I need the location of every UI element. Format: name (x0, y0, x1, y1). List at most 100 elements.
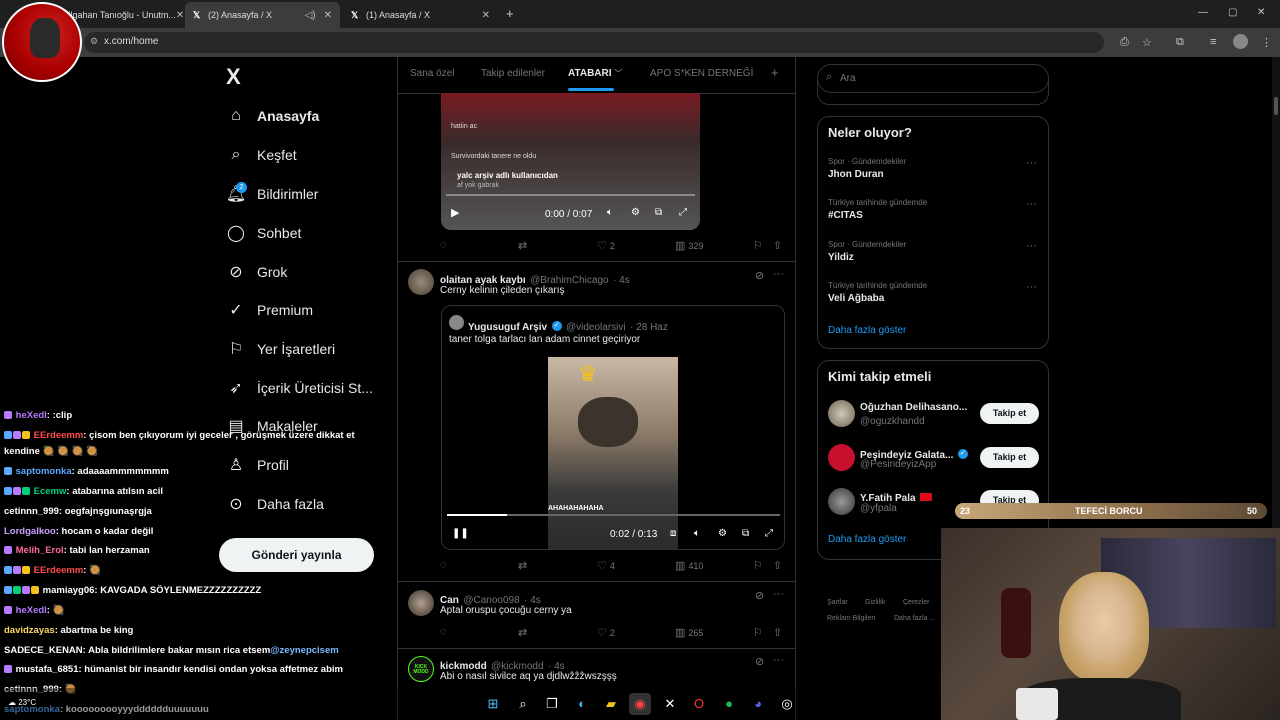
media-control-icon[interactable]: ≡ (1210, 36, 1216, 48)
avatar[interactable] (828, 444, 855, 471)
trend-item[interactable]: Spor · Gündemdekiler Yildiz ··· (828, 240, 1043, 263)
fullscreen-icon[interactable]: ⤢ (765, 528, 773, 539)
follow-button[interactable]: Takip et (980, 403, 1039, 424)
show-more-follow-link[interactable]: Daha fazla göster (828, 534, 906, 545)
file-explorer-icon[interactable]: ▰ (600, 693, 622, 715)
bookmark-button[interactable]: ⚐ (753, 559, 766, 572)
opera-icon[interactable]: O (688, 693, 710, 715)
avatar[interactable] (408, 590, 434, 616)
follow-button[interactable]: Takip et (980, 447, 1039, 468)
bookmark-button[interactable]: ⚐ (753, 239, 766, 252)
avatar[interactable] (449, 315, 464, 330)
reply-button[interactable]: ◌ (440, 239, 450, 251)
tab-following[interactable]: Takip edilenler (481, 68, 545, 79)
nav-more[interactable]: ⊙ Daha fazla (225, 489, 324, 519)
views-button[interactable]: ▥ 265 (675, 626, 703, 639)
avatar[interactable] (408, 269, 434, 295)
fullscreen-icon[interactable]: ⤢ (679, 207, 687, 218)
site-info-icon[interactable]: ⚙ (90, 36, 98, 47)
tweet-time[interactable]: · 4s (613, 275, 630, 286)
x-logo-icon[interactable]: X (226, 64, 241, 90)
suggested-user-handle[interactable]: @PesindeyizApp (860, 459, 936, 470)
volume-icon[interactable]: 🔈︎ (694, 528, 700, 539)
video-progress-track[interactable] (446, 194, 695, 196)
close-tab-icon[interactable]: ✕ (482, 10, 490, 21)
browser-tab-2[interactable]: 𝕏 (2) Anasayfa / X ◁) ✕ (185, 2, 340, 28)
trend-item[interactable]: Türkiye tarihinde gündemde Veli Ağbaba ·… (828, 281, 1043, 304)
reply-button[interactable]: ◌ (440, 559, 450, 571)
captions-icon[interactable]: ⧈ (670, 528, 676, 539)
tab-for-you[interactable]: Sana özel (410, 68, 454, 79)
more-options-icon[interactable]: ··· (1026, 240, 1037, 252)
close-tab-icon[interactable]: ✕ (324, 10, 332, 21)
pause-icon[interactable]: ❚❚ (452, 528, 469, 539)
nav-bookmarks[interactable]: ⚐ Yer İşaretleri (225, 334, 335, 364)
quoted-tweet[interactable]: Yugusuguf Arşiv ✓ @videolarsivi · 28 Haz… (441, 305, 785, 550)
url-field[interactable]: ⚙ x.com/home (84, 32, 1104, 53)
discord-icon[interactable]: ◕ (747, 693, 769, 715)
footer-link[interactable]: Şartlar (827, 599, 848, 606)
new-tab-button[interactable]: + (506, 6, 514, 21)
nav-premium[interactable]: ✓ Premium (225, 295, 313, 325)
like-button[interactable]: ♡ 2 (597, 239, 615, 252)
nav-home[interactable]: ⌂ Anasayfa (225, 101, 319, 131)
video-progress-track[interactable] (447, 514, 780, 516)
user-handle[interactable]: @videolarsivi (566, 322, 626, 333)
nav-profile[interactable]: ♙ Profil (225, 450, 289, 480)
trend-item[interactable]: Türkiye tarihinde gündemde #CITAS ··· (828, 198, 1043, 221)
grok-icon[interactable]: ⊘ (755, 589, 764, 602)
profile-avatar[interactable] (1233, 34, 1248, 49)
x-app-icon[interactable]: ✕ (659, 693, 681, 715)
share-button[interactable]: ⇧ (773, 559, 785, 572)
footer-link[interactable]: Çerezler (903, 599, 929, 606)
nav-creator-studio[interactable]: ➶ İçerik Üreticisi St... (225, 373, 373, 403)
user-name[interactable]: Yugusuguf Arşiv (468, 322, 547, 333)
pip-icon[interactable]: ⧉ (655, 207, 662, 218)
obs-icon[interactable]: ◎ (776, 693, 798, 715)
pip-icon[interactable]: ⧉ (742, 528, 749, 539)
start-icon[interactable]: ⊞ (482, 693, 504, 715)
bookmark-button[interactable]: ⚐ (753, 626, 766, 639)
tab-apo-dernegi[interactable]: APO S*KEN DERNEĞİ (650, 68, 753, 79)
weather-widget[interactable]: ☁ 23°C (8, 698, 36, 707)
add-tab-button[interactable]: + (771, 65, 779, 80)
avatar[interactable] (828, 488, 855, 515)
grok-icon[interactable]: ⊘ (755, 269, 764, 282)
minimize-icon[interactable]: — (1198, 7, 1208, 18)
settings-icon[interactable]: ⚙ (631, 207, 640, 218)
chrome-icon[interactable]: ◉ (629, 693, 651, 715)
extensions-icon[interactable]: ⧉ (1176, 36, 1184, 49)
edge-icon[interactable]: ◐ (571, 693, 593, 715)
repost-button[interactable]: ⇄ (518, 239, 530, 252)
more-options-icon[interactable]: ··· (773, 654, 784, 666)
suggested-user-handle[interactable]: @oguzkhandd (860, 416, 925, 427)
play-icon[interactable]: ▶ (451, 206, 459, 219)
settings-icon[interactable]: ⚙ (718, 528, 727, 539)
bookmark-star-icon[interactable]: ☆ (1142, 36, 1152, 49)
avatar[interactable]: KICK MODD (408, 656, 434, 682)
tab-atabari[interactable]: ATABARI ﹀ (568, 68, 622, 79)
nav-explore[interactable]: ⌕ Keşfet (225, 140, 297, 170)
grok-icon[interactable]: ⊘ (755, 655, 764, 668)
reply-button[interactable]: ◌ (440, 626, 450, 638)
footer-link[interactable]: Daha fazla ... (894, 615, 935, 622)
nav-grok[interactable]: ⊘ Grok (225, 257, 287, 287)
scrollbar-thumb[interactable] (1274, 97, 1278, 115)
maximize-icon[interactable]: ▢ (1228, 7, 1237, 18)
footer-link[interactable]: Gizlilik (865, 599, 885, 606)
spotify-icon[interactable]: ● (718, 693, 740, 715)
like-button[interactable]: ♡ 2 (597, 626, 615, 639)
speaker-icon[interactable]: ◁) (305, 10, 316, 21)
show-more-trends-link[interactable]: Daha fazla göster (828, 325, 906, 336)
more-options-icon[interactable]: ··· (1026, 281, 1037, 293)
more-options-icon[interactable]: ··· (773, 268, 784, 280)
browser-tab-1[interactable]: Ilgahan Tanıoğlu - Unutm... ✕ (60, 4, 185, 26)
tweet-video[interactable]: hatiin ac Survivordaki tanere ne oldu ya… (441, 93, 700, 230)
close-window-icon[interactable]: ✕ (1257, 7, 1265, 18)
more-options-icon[interactable]: ··· (1026, 157, 1037, 169)
share-button[interactable]: ⇧ (773, 626, 785, 639)
suggested-user-handle[interactable]: @yfpala (860, 503, 897, 514)
repost-button[interactable]: ⇄ (518, 626, 530, 639)
repost-button[interactable]: ⇄ (518, 559, 530, 572)
quote-video[interactable]: ♛ AHAHAHAHAHA ❚❚ 0:02 / 0:13 ⧈ 🔈︎ ⚙ ⧉ ⤢ (442, 356, 784, 549)
